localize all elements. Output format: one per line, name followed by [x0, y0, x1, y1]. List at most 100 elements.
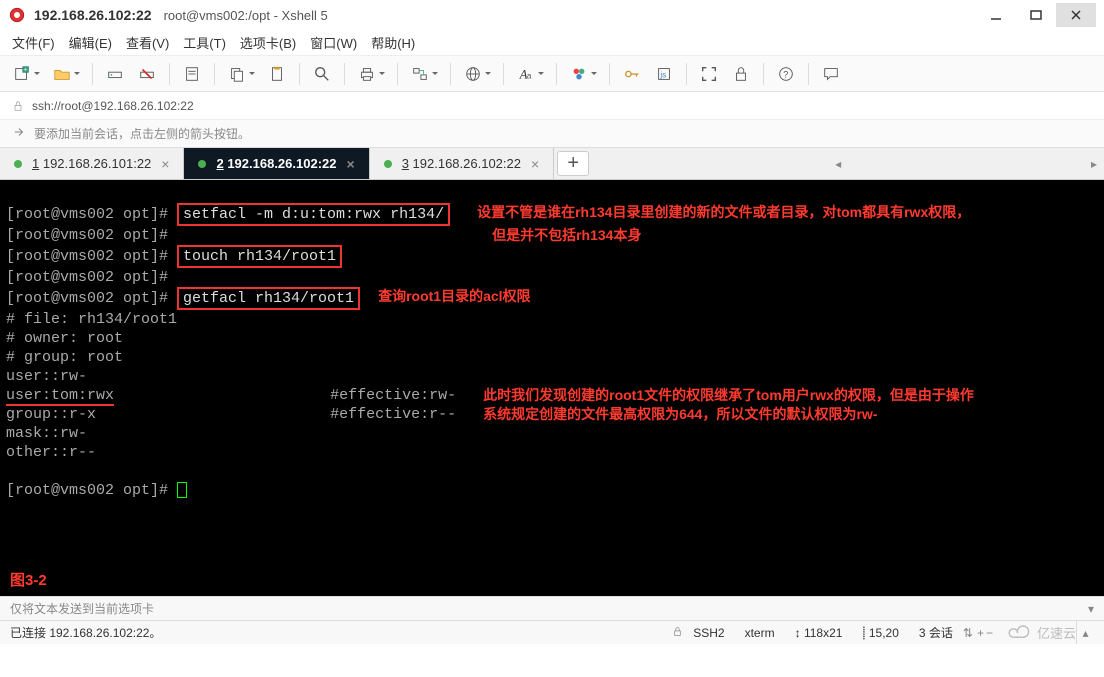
- hint-text: 要添加当前会话，点击左侧的箭头按钮。: [34, 125, 250, 142]
- menu-file[interactable]: 文件(F): [12, 33, 55, 52]
- menu-edit[interactable]: 编辑(E): [69, 33, 112, 52]
- status-term: xterm: [745, 626, 775, 640]
- command-touch: touch rh134/root1: [177, 245, 342, 268]
- send-to-text: 仅将文本发送到当前选项卡: [10, 600, 154, 617]
- print-button[interactable]: [353, 60, 381, 88]
- send-to-hint: 仅将文本发送到当前选项卡 ▾: [0, 596, 1104, 620]
- sessions-arrows[interactable]: ⇅: [963, 626, 973, 640]
- svg-text:+: +: [24, 67, 27, 73]
- annotation-inherit: 此时我们发现创建的root1文件的权限继承了tom用户rwx的权限，但是由于操作: [483, 386, 974, 405]
- app-icon: [8, 6, 26, 24]
- open-button[interactable]: [48, 60, 76, 88]
- titlebar: 192.168.26.102:22 root@vms002:/opt - Xsh…: [0, 0, 1104, 30]
- output-user: user::rw-: [6, 368, 87, 385]
- svg-text:?: ?: [783, 69, 788, 79]
- copy-button[interactable]: [223, 60, 251, 88]
- tab-label: 1 192.168.26.101:22: [32, 156, 151, 171]
- new-tab-button[interactable]: +: [557, 151, 589, 176]
- disconnect-button[interactable]: [133, 60, 161, 88]
- font-button[interactable]: Aa: [512, 60, 540, 88]
- minimize-button[interactable]: [976, 3, 1016, 27]
- figure-label: 图3-2: [10, 571, 47, 590]
- tab-close-icon[interactable]: ×: [347, 156, 355, 172]
- statusbar: 已连接 192.168.26.102:22。 SSH2 xterm ↕ 118x…: [0, 620, 1104, 644]
- find-button[interactable]: [308, 60, 336, 88]
- tab-label: 3 192.168.26.102:22: [402, 156, 521, 171]
- arrow-add-icon[interactable]: [12, 125, 26, 142]
- sessions-minus[interactable]: −: [986, 626, 993, 640]
- prompt: [root@vms002 opt]#: [6, 290, 177, 307]
- prompt: [root@vms002 opt]#: [6, 248, 177, 265]
- session-tab-2[interactable]: 2 192.168.26.102:22 ×: [184, 148, 369, 179]
- prompt: [root@vms002 opt]#: [6, 482, 177, 499]
- menu-help[interactable]: 帮助(H): [371, 33, 415, 52]
- session-tab-1[interactable]: 1 192.168.26.101:22 ×: [0, 148, 184, 179]
- command-setfacl: setfacl -m d:u:tom:rwx rh134/: [177, 203, 450, 226]
- reconnect-button[interactable]: [101, 60, 129, 88]
- new-session-button[interactable]: +: [8, 60, 36, 88]
- window-title-main: 192.168.26.102:22: [34, 7, 152, 23]
- address-text[interactable]: ssh://root@192.168.26.102:22: [32, 99, 194, 113]
- status-dot-icon: [14, 160, 22, 168]
- annotation-inherit-cont: 系统规定创建的文件最高权限为644，所以文件的默认权限为rw-: [483, 405, 877, 424]
- properties-button[interactable]: [178, 60, 206, 88]
- web-button[interactable]: [459, 60, 487, 88]
- hint-bar: 要添加当前会话，点击左侧的箭头按钮。: [0, 120, 1104, 148]
- menubar: 文件(F) 编辑(E) 查看(V) 工具(T) 选项卡(B) 窗口(W) 帮助(…: [0, 30, 1104, 56]
- key-button[interactable]: [618, 60, 646, 88]
- svg-text:js: js: [659, 70, 666, 79]
- scroll-up-button[interactable]: ▴: [1076, 621, 1094, 644]
- prompt: [root@vms002 opt]#: [6, 269, 177, 286]
- cursor: [177, 482, 187, 498]
- paste-button[interactable]: [263, 60, 291, 88]
- output-groupperm: group::r-x: [6, 406, 96, 423]
- menu-window[interactable]: 窗口(W): [310, 33, 357, 52]
- tab-scroll-left[interactable]: ◂: [828, 148, 848, 179]
- status-connection: 已连接 192.168.26.102:22。: [10, 624, 161, 641]
- tab-strip: 1 192.168.26.101:22 × 2 192.168.26.102:2…: [0, 148, 1104, 180]
- status-pos: ⸽ 15,20: [862, 624, 898, 641]
- status-dot-icon: [384, 160, 392, 168]
- fullscreen-button[interactable]: [695, 60, 723, 88]
- output-effective1: #effective:rw-: [330, 387, 456, 404]
- tab-close-icon[interactable]: ×: [531, 156, 539, 172]
- close-button[interactable]: [1056, 3, 1096, 27]
- output-usertom: user:tom:rwx: [6, 387, 114, 406]
- annotation-getfacl: 查询root1目录的acl权限: [378, 287, 530, 306]
- tab-scroll-right[interactable]: ▸: [1084, 148, 1104, 179]
- brand-logo: 亿速云: [1005, 623, 1076, 642]
- lock-icon: [12, 100, 24, 112]
- script-button[interactable]: js: [650, 60, 678, 88]
- lock-icon: [672, 626, 683, 640]
- svg-text:a: a: [527, 71, 532, 80]
- lock-button[interactable]: [727, 60, 755, 88]
- menu-tools[interactable]: 工具(T): [183, 33, 226, 52]
- menu-view[interactable]: 查看(V): [126, 33, 169, 52]
- tab-close-icon[interactable]: ×: [161, 156, 169, 172]
- status-protocol: SSH2: [693, 626, 724, 640]
- output-group: # group: root: [6, 349, 123, 366]
- status-size: ↕ 118x21: [795, 626, 843, 640]
- ftp-button[interactable]: [406, 60, 434, 88]
- annotation-setfacl-cont: 但是并不包括rh134本身: [492, 226, 641, 245]
- sessions-plus[interactable]: +: [977, 626, 984, 640]
- color-button[interactable]: [565, 60, 593, 88]
- chevron-down-icon[interactable]: ▾: [1088, 602, 1094, 616]
- help-button[interactable]: ?: [772, 60, 800, 88]
- comment-button[interactable]: [817, 60, 845, 88]
- prompt: [root@vms002 opt]#: [6, 227, 177, 244]
- annotation-setfacl: 设置不管是谁在rh134目录里创建的新的文件或者目录，对tom都具有rwx权限，: [477, 203, 970, 222]
- toolbar: + Aa js ?: [0, 56, 1104, 92]
- output-other: other::r--: [6, 444, 96, 461]
- menu-tab[interactable]: 选项卡(B): [240, 33, 296, 52]
- status-dot-icon: [198, 160, 206, 168]
- output-effective2: #effective:r--: [330, 406, 456, 423]
- maximize-button[interactable]: [1016, 3, 1056, 27]
- output-owner: # owner: root: [6, 330, 123, 347]
- status-sessions: 3 会话: [919, 624, 953, 641]
- output-mask: mask::rw-: [6, 425, 87, 442]
- terminal[interactable]: [root@vms002 opt]# setfacl -m d:u:tom:rw…: [0, 180, 1104, 596]
- session-tab-3[interactable]: 3 192.168.26.102:22 ×: [370, 148, 554, 179]
- prompt: [root@vms002 opt]#: [6, 206, 177, 223]
- command-getfacl: getfacl rh134/root1: [177, 287, 360, 310]
